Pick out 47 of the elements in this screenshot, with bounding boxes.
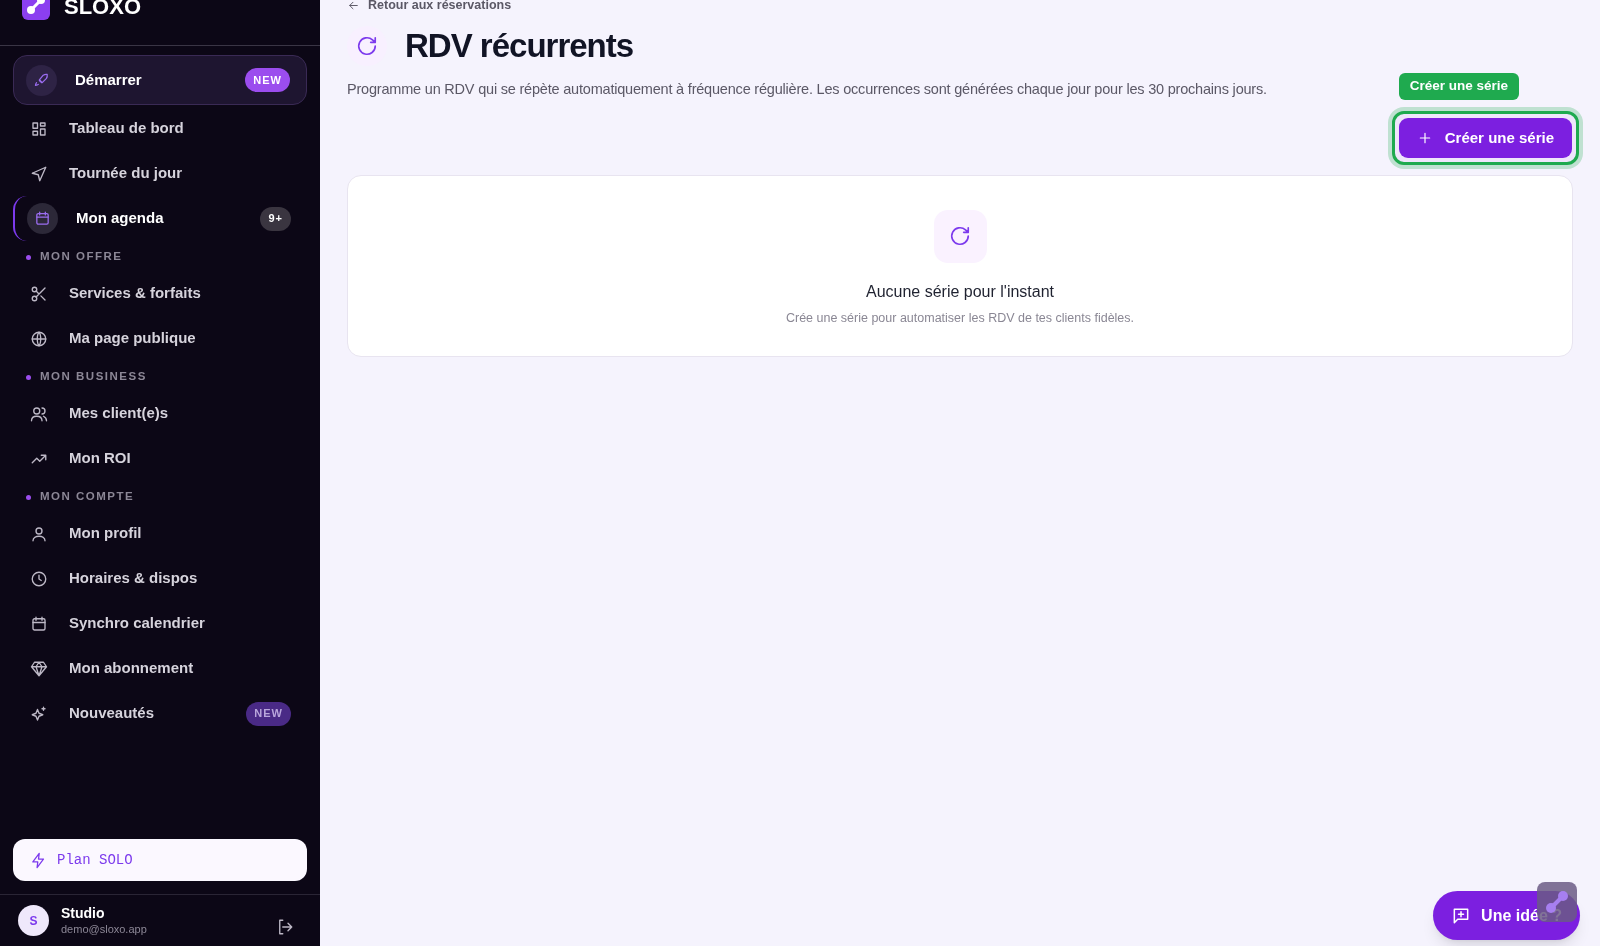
user-icon: [30, 524, 48, 543]
calendar-icon: [34, 210, 51, 227]
sidebar-item[interactable]: Mon profil: [13, 511, 307, 556]
section-heading: MON OFFRE: [40, 249, 123, 265]
highlight-tag: Créer une série: [1398, 73, 1519, 100]
sidebar-item[interactable]: Mon abonnement: [13, 646, 307, 691]
diamond-icon: [30, 659, 48, 678]
refresh-icon: [356, 35, 378, 57]
sidebar-item[interactable]: Tournée du jour: [13, 151, 307, 196]
back-arrow-icon: [347, 0, 360, 12]
user-email: demo@sloxo.app: [61, 922, 148, 937]
logout-icon: [276, 918, 294, 936]
sidebar-item[interactable]: Démarrer NEW: [13, 55, 307, 105]
logo-icon: [22, 0, 50, 20]
avatar: S: [18, 905, 49, 936]
scissors-icon: [30, 284, 48, 303]
back-link[interactable]: Retour aux réservations: [347, 0, 1573, 13]
sidebar-item[interactable]: Mon agenda 9+: [13, 196, 307, 241]
navigation-arrow-icon: [30, 164, 48, 183]
sidebar-item[interactable]: Nouveautés NEW: [13, 691, 307, 736]
create-series-button[interactable]: Créer une série: [1398, 117, 1572, 158]
empty-state-text: Crée une série pour automatiser les RDV de tes clients fidèles.: [785, 309, 1135, 327]
sidebar-item[interactable]: Mes client(e)s: [13, 391, 307, 436]
sidebar-item[interactable]: Services & forfaits: [13, 271, 307, 316]
sidebar-item[interactable]: Mon ROI: [13, 436, 307, 481]
new-badge: NEW: [245, 68, 290, 92]
globe-icon: [30, 329, 48, 348]
refresh-icon: [949, 225, 971, 248]
clock-icon: [30, 569, 48, 588]
sidebar-item[interactable]: Ma page publique: [13, 316, 307, 361]
new-badge: NEW: [246, 701, 291, 726]
sidebar-item[interactable]: Synchro calendrier: [13, 601, 307, 646]
users-icon: [30, 404, 48, 423]
page-title: RDV récurrents: [405, 26, 634, 67]
count-badge: 9+: [260, 206, 291, 231]
calendar-icon: [30, 614, 48, 633]
plan-button[interactable]: Plan SOLO: [13, 839, 307, 881]
sparkles-icon: [30, 704, 48, 723]
grid-icon: [30, 119, 48, 138]
section-heading: MON COMPTE: [40, 489, 135, 505]
empty-state-title: Aucune série pour l'instant: [865, 281, 1055, 302]
sidebar-item[interactable]: Tableau de bord: [13, 106, 307, 151]
user-name: Studio: [61, 905, 106, 921]
lightning-icon: [30, 851, 47, 869]
page-description: Programme un RDV qui se répète automatiquement à fréquence régulière. Les occurrences sont générées chaque jour pour les 30 prochains jours.: [347, 80, 1268, 99]
sidebar-item[interactable]: Horaires & dispos: [13, 556, 307, 601]
section-heading: MON BUSINESS: [40, 369, 147, 385]
